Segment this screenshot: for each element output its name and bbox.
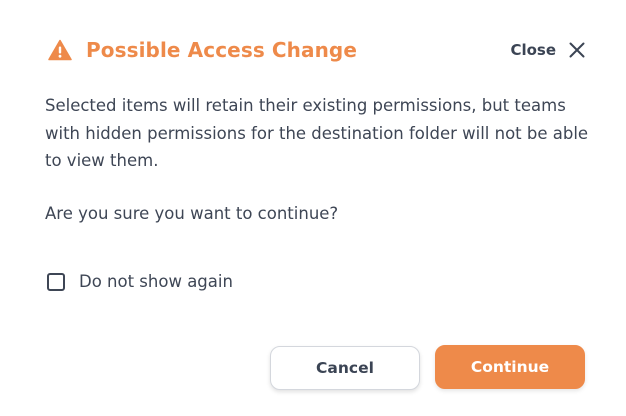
do-not-show-again-option[interactable]: Do not show again — [47, 272, 233, 291]
close-button[interactable]: Close — [510, 41, 586, 59]
close-label: Close — [510, 41, 556, 59]
continue-button[interactable]: Continue — [435, 345, 585, 389]
cancel-button[interactable]: Cancel — [270, 346, 420, 390]
dialog-message: Selected items will retain their existin… — [45, 96, 589, 170]
warning-triangle-icon — [48, 39, 72, 61]
dialog-title: Possible Access Change — [86, 38, 358, 62]
access-change-dialog: Possible Access Change Close Selected it… — [0, 0, 626, 416]
do-not-show-again-checkbox[interactable] — [47, 272, 65, 291]
close-icon[interactable] — [568, 41, 586, 59]
dialog-header: Possible Access Change Close — [48, 34, 586, 66]
do-not-show-again-label[interactable]: Do not show again — [79, 272, 233, 291]
title-group: Possible Access Change — [48, 38, 357, 62]
confirm-question: Are you sure you want to continue? — [45, 204, 339, 223]
